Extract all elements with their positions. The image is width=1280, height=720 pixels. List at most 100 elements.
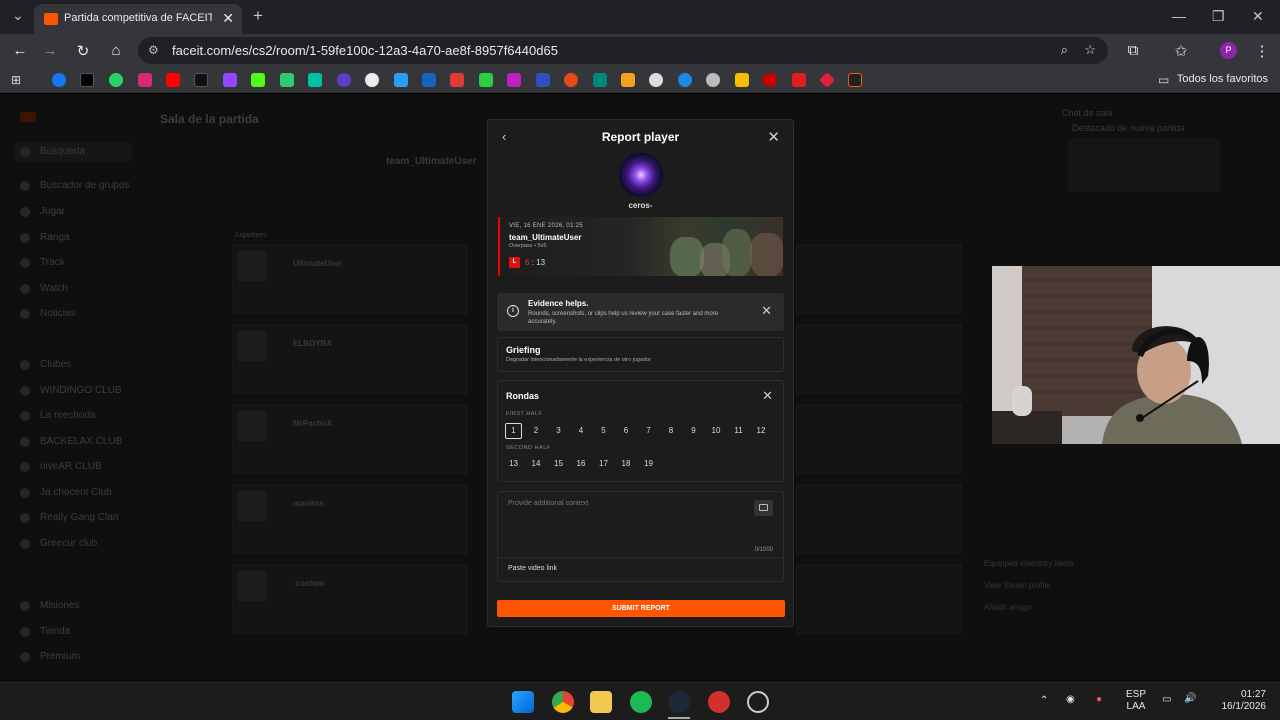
- windows-start-icon[interactable]: [512, 691, 534, 713]
- tab-search-icon[interactable]: ⌄: [12, 7, 24, 24]
- site-info-icon[interactable]: ⚙: [148, 43, 159, 57]
- sidebar-item[interactable]: Watch: [40, 283, 68, 294]
- facebook-icon[interactable]: [52, 73, 66, 87]
- reason-card[interactable]: Griefing Degradar intencionadamente la e…: [497, 337, 784, 372]
- back-arrow-icon[interactable]: ←: [10, 42, 30, 59]
- sidebar-item[interactable]: Búsqueda: [40, 146, 85, 157]
- steam-tray-icon[interactable]: ◉: [1066, 694, 1075, 705]
- sidebar-item[interactable]: Really Gang Clan: [40, 512, 118, 523]
- bookmark-icon[interactable]: [536, 73, 550, 87]
- right-menu-item[interactable]: Equipped inventory items: [984, 559, 1074, 568]
- sidebar-item[interactable]: Premium: [40, 651, 80, 662]
- dismiss-icon[interactable]: ✕: [761, 303, 772, 319]
- bookmark-icon[interactable]: [621, 73, 635, 87]
- sidebar-item[interactable]: Noticias: [40, 308, 76, 319]
- round-button[interactable]: 14: [528, 456, 545, 472]
- sidebar-item[interactable]: Ja chocent Club: [40, 487, 112, 498]
- taskbar-app-icon[interactable]: [708, 691, 730, 713]
- round-button[interactable]: 16: [573, 456, 590, 472]
- close-icon[interactable]: ✕: [767, 128, 780, 146]
- round-button[interactable]: 1: [505, 423, 522, 439]
- sidebar-item[interactable]: Misiones: [40, 600, 79, 611]
- sidebar-item[interactable]: Buscador de grupos: [40, 180, 130, 191]
- round-button[interactable]: 5: [595, 423, 612, 439]
- round-button[interactable]: 6: [618, 423, 635, 439]
- chrome-icon[interactable]: [552, 691, 574, 713]
- player-row[interactable]: ELBOYBA: [232, 324, 468, 394]
- player-row[interactable]: [796, 244, 962, 314]
- round-button[interactable]: 19: [640, 456, 657, 472]
- bookmark-icon[interactable]: [593, 73, 607, 87]
- all-bookmarks-link[interactable]: Todos los favoritos: [1177, 73, 1268, 85]
- sidebar-item[interactable]: Ranga: [40, 232, 69, 243]
- forward-arrow-icon[interactable]: →: [40, 42, 60, 59]
- volume-icon[interactable]: 🔊: [1184, 693, 1196, 704]
- round-button[interactable]: 3: [550, 423, 567, 439]
- player-row[interactable]: MrPachoX: [232, 404, 468, 474]
- sidebar-item[interactable]: La reechoda: [40, 410, 96, 421]
- rounds-close-icon[interactable]: ✕: [762, 388, 773, 404]
- submit-report-button[interactable]: SUBMIT REPORT: [497, 600, 785, 617]
- bookmark-icon[interactable]: [735, 73, 749, 87]
- bookmark-icon[interactable]: [678, 73, 692, 87]
- bookmark-icon[interactable]: [394, 73, 408, 87]
- apps-grid-icon[interactable]: ⊞: [11, 73, 21, 87]
- sidebar-item[interactable]: niveAR CLUB: [40, 461, 102, 472]
- bookmark-icon[interactable]: [422, 73, 436, 87]
- round-button[interactable]: 9: [685, 423, 702, 439]
- youtube-icon[interactable]: [166, 73, 180, 87]
- bookmark-icon[interactable]: [280, 73, 294, 87]
- profile-avatar[interactable]: P: [1220, 42, 1237, 59]
- minimize-icon[interactable]: —: [1172, 8, 1186, 24]
- reload-icon[interactable]: ↻: [73, 42, 93, 60]
- round-button[interactable]: 11: [730, 423, 747, 439]
- video-link-input[interactable]: Paste video link: [508, 565, 557, 572]
- bookmark-icon[interactable]: [479, 73, 493, 87]
- player-row[interactable]: [796, 564, 962, 634]
- extensions-icon[interactable]: ⧉: [1123, 42, 1143, 59]
- round-button[interactable]: 18: [618, 456, 635, 472]
- bookmark-icon[interactable]: [308, 73, 322, 87]
- zoom-icon[interactable]: ⌕: [1061, 42, 1068, 58]
- round-button[interactable]: 10: [708, 423, 725, 439]
- bookmark-icon[interactable]: [507, 73, 521, 87]
- faceit-bookmark-icon[interactable]: [848, 73, 862, 87]
- round-button[interactable]: 8: [663, 423, 680, 439]
- sidebar-item[interactable]: Tienda: [40, 626, 70, 637]
- favorites-icon[interactable]: ✩: [1171, 42, 1191, 60]
- bookmark-icon[interactable]: [450, 73, 464, 87]
- clock[interactable]: 01:27 16/1/2026: [1210, 689, 1267, 713]
- sidebar-item[interactable]: WINDINGO CLUB: [40, 385, 122, 396]
- tab-close-icon[interactable]: ✕: [222, 10, 234, 27]
- url-text[interactable]: faceit.com/es/cs2/room/1-59fe100c-12a3-4…: [172, 43, 558, 58]
- round-button[interactable]: 2: [528, 423, 545, 439]
- image-upload-icon[interactable]: [754, 500, 773, 516]
- round-button[interactable]: 7: [640, 423, 657, 439]
- player-row[interactable]: UltimateUser: [232, 244, 468, 314]
- round-button[interactable]: 17: [595, 456, 612, 472]
- right-menu-item[interactable]: Añadir amigo: [984, 603, 1074, 612]
- round-button[interactable]: 12: [753, 423, 770, 439]
- bookmark-icon[interactable]: [337, 73, 351, 87]
- bookmark-icon[interactable]: [763, 73, 777, 87]
- player-row[interactable]: [796, 404, 962, 474]
- right-menu-item[interactable]: View Steam profile: [984, 581, 1074, 590]
- round-button[interactable]: 4: [573, 423, 590, 439]
- player-row[interactable]: manitos: [232, 484, 468, 554]
- tiktok-icon[interactable]: [194, 73, 208, 87]
- bookmark-icon[interactable]: [649, 73, 663, 87]
- bookmark-icon[interactable]: [564, 73, 578, 87]
- bookmark-star-icon[interactable]: ☆: [1084, 42, 1096, 58]
- bookmark-icon[interactable]: [819, 72, 835, 88]
- omnibox[interactable]: ⚙ faceit.com/es/cs2/room/1-59fe100c-12a3…: [138, 37, 1108, 64]
- steam-icon[interactable]: [668, 691, 690, 713]
- round-button[interactable]: 13: [505, 456, 522, 472]
- context-input[interactable]: Provide additional context: [508, 500, 588, 507]
- sidebar-item[interactable]: Jugar: [40, 206, 65, 217]
- spotify-icon[interactable]: [630, 691, 652, 713]
- sidebar-item[interactable]: Track: [40, 257, 65, 268]
- window-close-icon[interactable]: ✕: [1252, 8, 1264, 25]
- network-icon[interactable]: ▭: [1162, 694, 1171, 705]
- maximize-icon[interactable]: ❐: [1212, 8, 1225, 25]
- file-explorer-icon[interactable]: [590, 691, 612, 713]
